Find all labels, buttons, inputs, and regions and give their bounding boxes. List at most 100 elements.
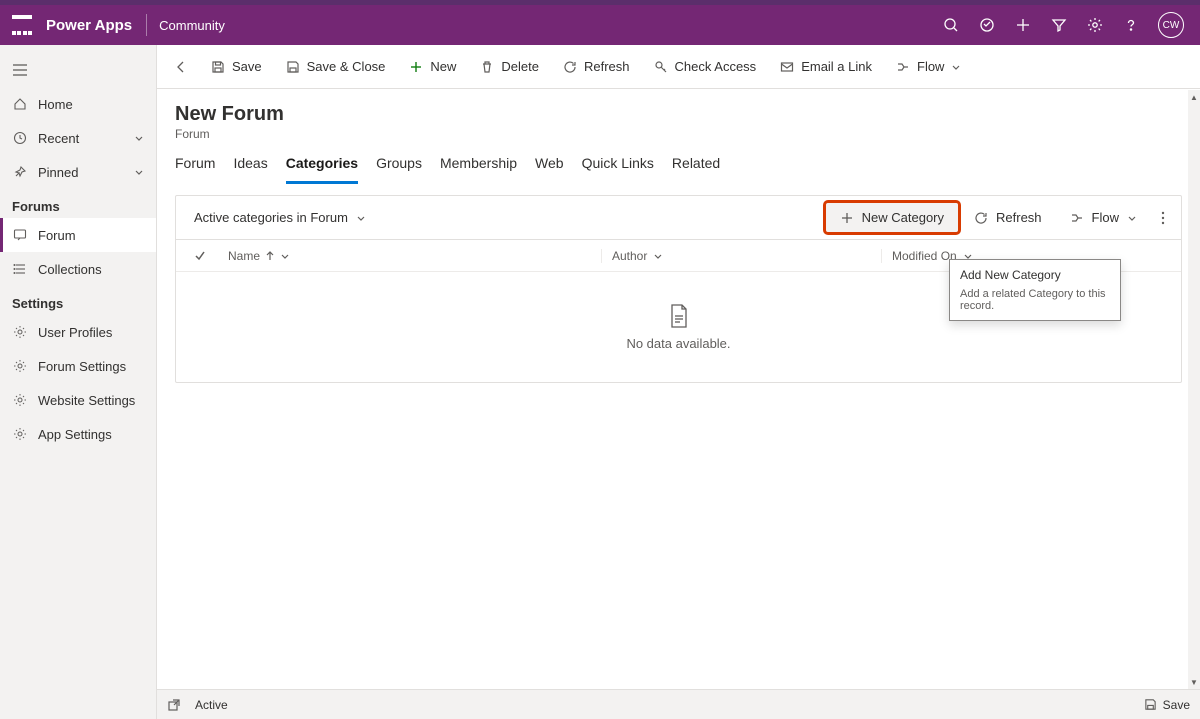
sidebar-item-label: Forum — [38, 228, 76, 243]
gear-icon[interactable] — [1086, 16, 1104, 34]
chevron-down-icon — [356, 213, 366, 223]
gear-icon — [12, 393, 28, 407]
vertical-scrollbar[interactable]: ▲ ▼ — [1188, 90, 1200, 719]
tab-forum[interactable]: Forum — [175, 155, 215, 184]
refresh-icon — [974, 211, 988, 225]
subgrid-flow-button[interactable]: Flow — [1058, 203, 1149, 232]
column-name-label: Name — [228, 249, 260, 263]
tab-membership[interactable]: Membership — [440, 155, 517, 184]
sidebar-item-user-profiles[interactable]: User Profiles — [0, 315, 156, 349]
footer-save-button[interactable]: Save — [1144, 698, 1190, 712]
flow-button[interactable]: Flow — [886, 53, 971, 80]
gear-icon — [12, 427, 28, 441]
select-all-column[interactable] — [176, 250, 224, 262]
more-commands-button[interactable] — [1153, 204, 1173, 232]
view-name: Active categories in Forum — [194, 210, 348, 225]
sidebar-collapse-button[interactable] — [0, 53, 156, 87]
area-label[interactable]: Community — [159, 18, 225, 33]
new-button[interactable]: New — [399, 53, 466, 80]
tab-related[interactable]: Related — [672, 155, 720, 184]
check-access-label: Check Access — [675, 59, 757, 74]
more-vertical-icon — [1161, 211, 1165, 225]
header-icon-group: CW — [942, 12, 1184, 38]
plus-icon — [840, 211, 854, 225]
scroll-up-arrow-icon[interactable]: ▲ — [1188, 90, 1200, 104]
sort-asc-icon — [266, 251, 274, 261]
hamburger-icon — [12, 63, 28, 77]
sidebar-item-label: Forum Settings — [38, 359, 126, 374]
plus-icon — [409, 60, 423, 74]
scroll-down-arrow-icon[interactable]: ▼ — [1188, 675, 1200, 689]
check-access-button[interactable]: Check Access — [644, 53, 767, 80]
refresh-label: Refresh — [584, 59, 630, 74]
search-icon[interactable] — [942, 16, 960, 34]
column-author[interactable]: Author — [601, 249, 881, 263]
sidebar-item-collections[interactable]: Collections — [0, 252, 156, 286]
filter-icon[interactable] — [1050, 16, 1068, 34]
list-icon — [12, 262, 28, 276]
tab-web[interactable]: Web — [535, 155, 564, 184]
form-tabs: Forum Ideas Categories Groups Membership… — [157, 141, 1200, 185]
tab-ideas[interactable]: Ideas — [233, 155, 267, 184]
target-icon[interactable] — [978, 16, 996, 34]
sidebar-item-label: Collections — [38, 262, 102, 277]
sidebar: Home Recent Pinned Forums Forum Collecti… — [0, 45, 157, 719]
plus-icon[interactable] — [1014, 16, 1032, 34]
mail-icon — [780, 60, 794, 74]
status-bar: Active Save — [157, 689, 1200, 719]
save-close-label: Save & Close — [307, 59, 386, 74]
popout-icon[interactable] — [167, 698, 181, 712]
avatar[interactable]: CW — [1158, 12, 1184, 38]
sidebar-item-label: App Settings — [38, 427, 112, 442]
page-title: New Forum — [175, 103, 1182, 126]
home-icon — [12, 97, 28, 111]
nav-home[interactable]: Home — [0, 87, 156, 121]
nav-recent[interactable]: Recent — [0, 121, 156, 155]
tooltip-title: Add New Category — [960, 268, 1110, 282]
flow-icon — [1070, 211, 1084, 225]
view-picker[interactable]: Active categories in Forum — [176, 210, 384, 225]
app-launcher-icon[interactable] — [12, 15, 32, 35]
sidebar-item-forum-settings[interactable]: Forum Settings — [0, 349, 156, 383]
help-icon[interactable] — [1122, 16, 1140, 34]
nav-home-label: Home — [38, 97, 73, 112]
column-name[interactable]: Name — [224, 249, 601, 263]
brand-label[interactable]: Power Apps — [46, 17, 132, 34]
sidebar-item-forum[interactable]: Forum — [0, 218, 156, 252]
section-forums: Forums — [0, 189, 156, 218]
gear-icon — [12, 325, 28, 339]
refresh-icon — [563, 60, 577, 74]
save-icon — [211, 60, 225, 74]
refresh-button[interactable]: Refresh — [553, 53, 640, 80]
sidebar-item-website-settings[interactable]: Website Settings — [0, 383, 156, 417]
chevron-down-icon — [134, 133, 144, 143]
save-close-button[interactable]: Save & Close — [276, 53, 396, 80]
email-link-button[interactable]: Email a Link — [770, 53, 882, 80]
sidebar-item-label: User Profiles — [38, 325, 112, 340]
command-bar: Save Save & Close New Delete Refresh Che… — [157, 45, 1200, 89]
status-label: Active — [195, 698, 228, 712]
new-category-button[interactable]: New Category — [826, 203, 958, 232]
nav-pinned[interactable]: Pinned — [0, 155, 156, 189]
footer-save-label: Save — [1163, 698, 1190, 712]
back-arrow-icon — [173, 59, 189, 75]
key-icon — [654, 60, 668, 74]
tab-groups[interactable]: Groups — [376, 155, 422, 184]
email-link-label: Email a Link — [801, 59, 872, 74]
subgrid-refresh-button[interactable]: Refresh — [962, 203, 1054, 232]
section-settings: Settings — [0, 286, 156, 315]
delete-button[interactable]: Delete — [470, 53, 549, 80]
save-button[interactable]: Save — [201, 53, 272, 80]
tooltip: Add New Category Add a related Category … — [949, 259, 1121, 321]
column-modified-label: Modified On — [892, 249, 957, 263]
save-icon — [1144, 698, 1157, 711]
back-button[interactable] — [165, 53, 197, 81]
page-header: New Forum Forum — [157, 89, 1200, 141]
forum-icon — [12, 228, 28, 242]
sidebar-item-app-settings[interactable]: App Settings — [0, 417, 156, 451]
tab-quick-links[interactable]: Quick Links — [582, 155, 654, 184]
gear-icon — [12, 359, 28, 373]
chevron-down-icon — [134, 167, 144, 177]
tab-categories[interactable]: Categories — [286, 155, 358, 184]
tooltip-desc: Add a related Category to this record. — [960, 288, 1110, 312]
